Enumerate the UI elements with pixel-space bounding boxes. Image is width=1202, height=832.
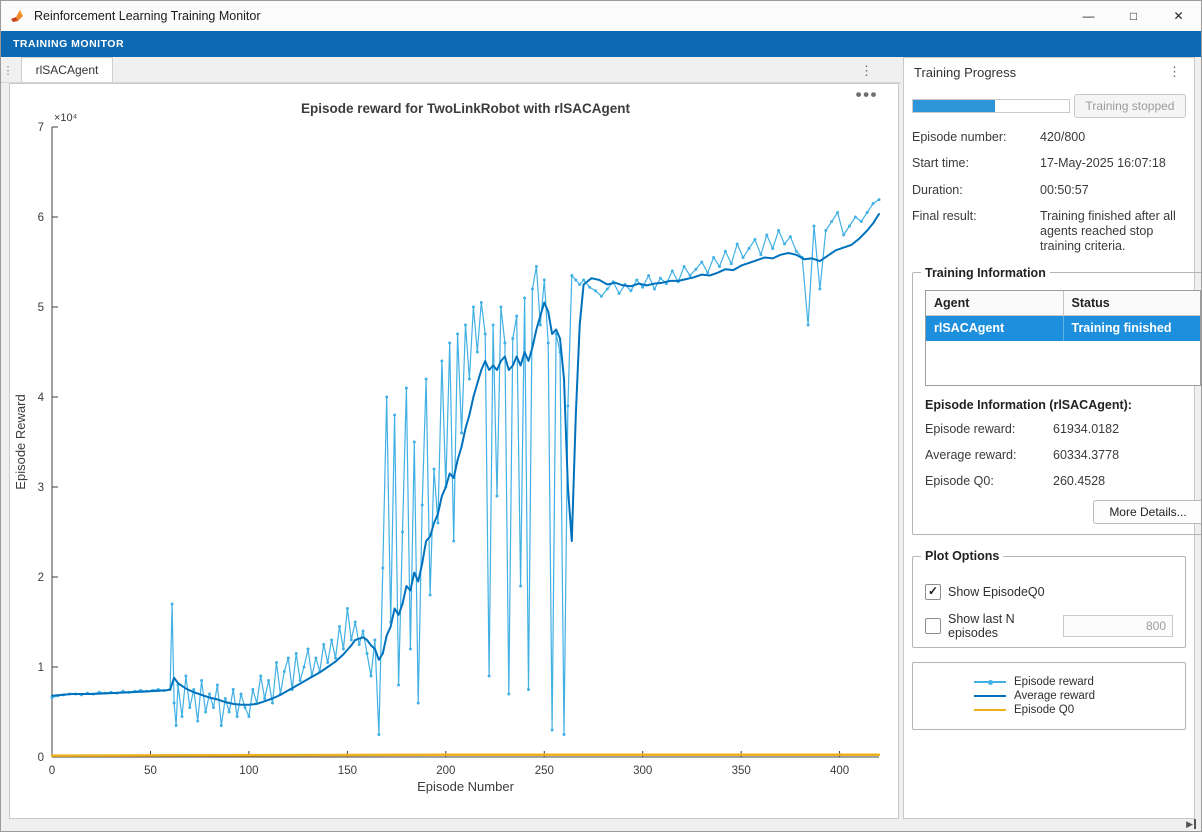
reward-chart[interactable]: Episode reward for TwoLinkRobot with rlS… (12, 84, 896, 810)
episode-information-title: Episode Information (rlSACAgent): (925, 398, 1201, 412)
chart-legend: Episode reward Average reward Episode Q0 (912, 662, 1186, 730)
training-progress-bar (912, 99, 1070, 113)
tab-label: rlSACAgent (36, 63, 99, 77)
window-title: Reinforcement Learning Training Monitor (34, 9, 261, 23)
svg-text:350: 350 (732, 765, 751, 777)
field-value: 17-May-2025 16:07:18 (1040, 156, 1186, 171)
start-time-row: Start time: 17-May-2025 16:07:18 (912, 156, 1186, 171)
legend-item-episode-q0: Episode Q0 (974, 703, 1124, 717)
svg-text:4: 4 (38, 392, 45, 404)
show-episodeq0-checkbox[interactable]: ✓ (925, 584, 941, 600)
last-n-episodes-input[interactable] (1063, 615, 1173, 637)
field-value: Training finished after all agents reach… (1040, 209, 1186, 255)
document-tab-strip: ⋮ rlSACAgent ⋮ (1, 57, 901, 83)
training-progress-panel: Training Progress ⋮ Training stopped Epi… (903, 57, 1195, 819)
episode-reward-row: Episode reward: 61934.0182 (925, 422, 1201, 437)
field-label: Episode number: (912, 130, 1040, 145)
tab-rlsacagent[interactable]: rlSACAgent (21, 57, 113, 82)
progress-fill (913, 100, 995, 112)
training-stopped-button: Training stopped (1074, 94, 1186, 118)
plot-panel: ••• Episode reward for TwoLinkRobot with… (9, 83, 899, 819)
svg-text:0: 0 (38, 752, 44, 764)
field-value: 60334.3778 (1053, 448, 1201, 463)
svg-text:250: 250 (535, 765, 554, 777)
legend-line-sample (974, 681, 1006, 683)
panel-grip-icon[interactable]: ⋮ (1, 64, 15, 82)
svg-text:6: 6 (38, 212, 44, 224)
svg-text:0: 0 (49, 765, 55, 777)
svg-text:5: 5 (38, 302, 44, 314)
duration-row: Duration: 00:50:57 (912, 183, 1186, 198)
panel-kebab-icon[interactable]: ⋮ (1165, 64, 1184, 80)
app-window: Reinforcement Learning Training Monitor … (0, 0, 1202, 832)
svg-text:Episode Number: Episode Number (417, 779, 514, 794)
checkbox-label[interactable]: Show EpisodeQ0 (948, 585, 1045, 599)
ribbon: TRAINING MONITOR (1, 31, 1201, 57)
legend-marker-dot (988, 680, 993, 685)
show-last-n-checkbox[interactable] (925, 618, 941, 634)
svg-text:1: 1 (38, 662, 44, 674)
svg-text:Episode Reward: Episode Reward (13, 394, 28, 489)
status-cell: Training finished (1064, 316, 1201, 341)
svg-text:2: 2 (38, 572, 44, 584)
field-value: 420/800 (1040, 130, 1186, 145)
field-label: Episode Q0: (925, 474, 1053, 489)
group-title: Plot Options (921, 549, 1003, 563)
svg-text:200: 200 (436, 765, 455, 777)
legend-label: Episode Q0 (1014, 704, 1074, 716)
svg-text:Episode reward for TwoLinkRobo: Episode reward for TwoLinkRobot with rlS… (301, 101, 631, 116)
training-information-group: Training Information Agent Status rlSACA… (912, 266, 1202, 536)
close-icon[interactable]: ✕ (1156, 1, 1201, 31)
panel-title: Training Progress (914, 65, 1016, 80)
legend-line-sample (974, 709, 1006, 711)
minimize-icon[interactable]: — (1066, 1, 1111, 31)
tabstrip-kebab-icon[interactable]: ⋮ (854, 61, 879, 81)
table-row[interactable]: rlSACAgent Training finished (926, 316, 1200, 341)
svg-text:50: 50 (144, 765, 157, 777)
episode-number-row: Episode number: 420/800 (912, 130, 1186, 145)
plot-options-group: Plot Options ✓ Show EpisodeQ0 Show last … (912, 549, 1186, 648)
group-title: Training Information (921, 266, 1050, 280)
legend-line-sample (974, 695, 1006, 697)
field-label: Final result: (912, 209, 1040, 255)
agent-status-table: Agent Status rlSACAgent Training finishe… (925, 290, 1201, 386)
tab-training-monitor[interactable]: TRAINING MONITOR (1, 38, 136, 50)
svg-text:100: 100 (239, 765, 258, 777)
agent-cell: rlSACAgent (926, 316, 1064, 341)
legend-label: Average reward (1014, 690, 1095, 702)
svg-text:7: 7 (38, 122, 44, 134)
show-episodeq0-row: ✓ Show EpisodeQ0 (925, 581, 1173, 603)
collapse-panel-icon[interactable]: ▶ (1186, 819, 1196, 829)
svg-text:×10⁴: ×10⁴ (54, 112, 78, 124)
svg-text:300: 300 (633, 765, 652, 777)
table-header-row: Agent Status (926, 291, 1200, 316)
matlab-logo-icon (10, 8, 26, 24)
svg-text:3: 3 (38, 482, 44, 494)
svg-text:400: 400 (830, 765, 849, 777)
field-label: Average reward: (925, 448, 1053, 463)
field-value: 61934.0182 (1053, 422, 1201, 437)
episode-q0-row: Episode Q0: 260.4528 (925, 474, 1201, 489)
field-value: 00:50:57 (1040, 183, 1186, 198)
field-label: Duration: (912, 183, 1040, 198)
legend-item-average-reward: Average reward (974, 689, 1124, 703)
final-result-row: Final result: Training finished after al… (912, 209, 1186, 255)
checkbox-label[interactable]: Show last N episodes (948, 612, 1063, 640)
legend-label: Episode reward (1014, 676, 1094, 688)
maximize-icon[interactable]: □ (1111, 1, 1156, 31)
column-header-agent[interactable]: Agent (926, 291, 1064, 315)
svg-text:150: 150 (338, 765, 357, 777)
average-reward-row: Average reward: 60334.3778 (925, 448, 1201, 463)
more-details-button[interactable]: More Details... (1093, 500, 1202, 524)
field-label: Start time: (912, 156, 1040, 171)
field-label: Episode reward: (925, 422, 1053, 437)
field-value: 260.4528 (1053, 474, 1201, 489)
show-last-n-row: Show last N episodes (925, 615, 1173, 637)
legend-item-episode-reward: Episode reward (974, 675, 1124, 689)
column-header-status[interactable]: Status (1064, 291, 1201, 315)
title-bar: Reinforcement Learning Training Monitor … (1, 1, 1201, 32)
